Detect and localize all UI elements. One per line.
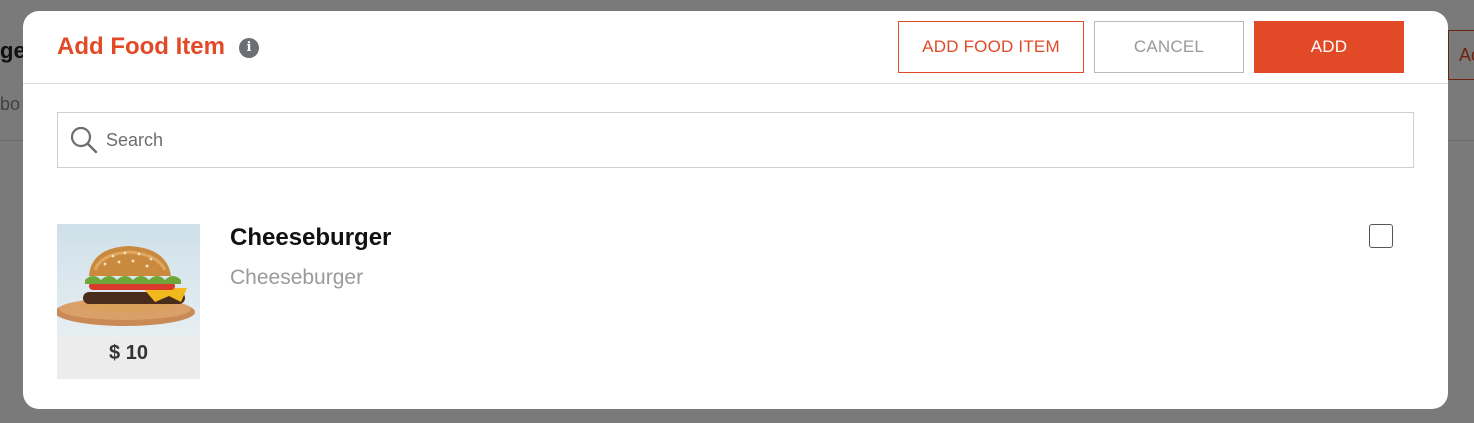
search-input[interactable]	[106, 113, 1396, 167]
cheeseburger-image	[57, 224, 200, 336]
add-food-item-button[interactable]: ADD FOOD ITEM	[898, 21, 1084, 73]
search-icon	[70, 126, 98, 154]
food-thumbnail: $ 10	[57, 224, 200, 379]
cancel-button[interactable]: CANCEL	[1094, 21, 1244, 73]
modal-header: Add Food Item i ADD FOOD ITEM CANCEL ADD	[23, 11, 1448, 84]
info-icon[interactable]: i	[239, 38, 259, 58]
food-description: Cheeseburger	[230, 266, 364, 289]
search-box[interactable]	[57, 112, 1414, 168]
modal-title: Add Food Item	[57, 33, 225, 60]
food-select-checkbox[interactable]	[1369, 224, 1393, 248]
add-button[interactable]: ADD	[1254, 21, 1404, 73]
food-item[interactable]: $ 10 Cheeseburger Cheeseburger	[57, 224, 1417, 379]
food-price: $ 10	[109, 342, 148, 364]
add-food-item-modal: Add Food Item i ADD FOOD ITEM CANCEL ADD	[23, 11, 1448, 409]
food-name: Cheeseburger	[230, 224, 392, 251]
